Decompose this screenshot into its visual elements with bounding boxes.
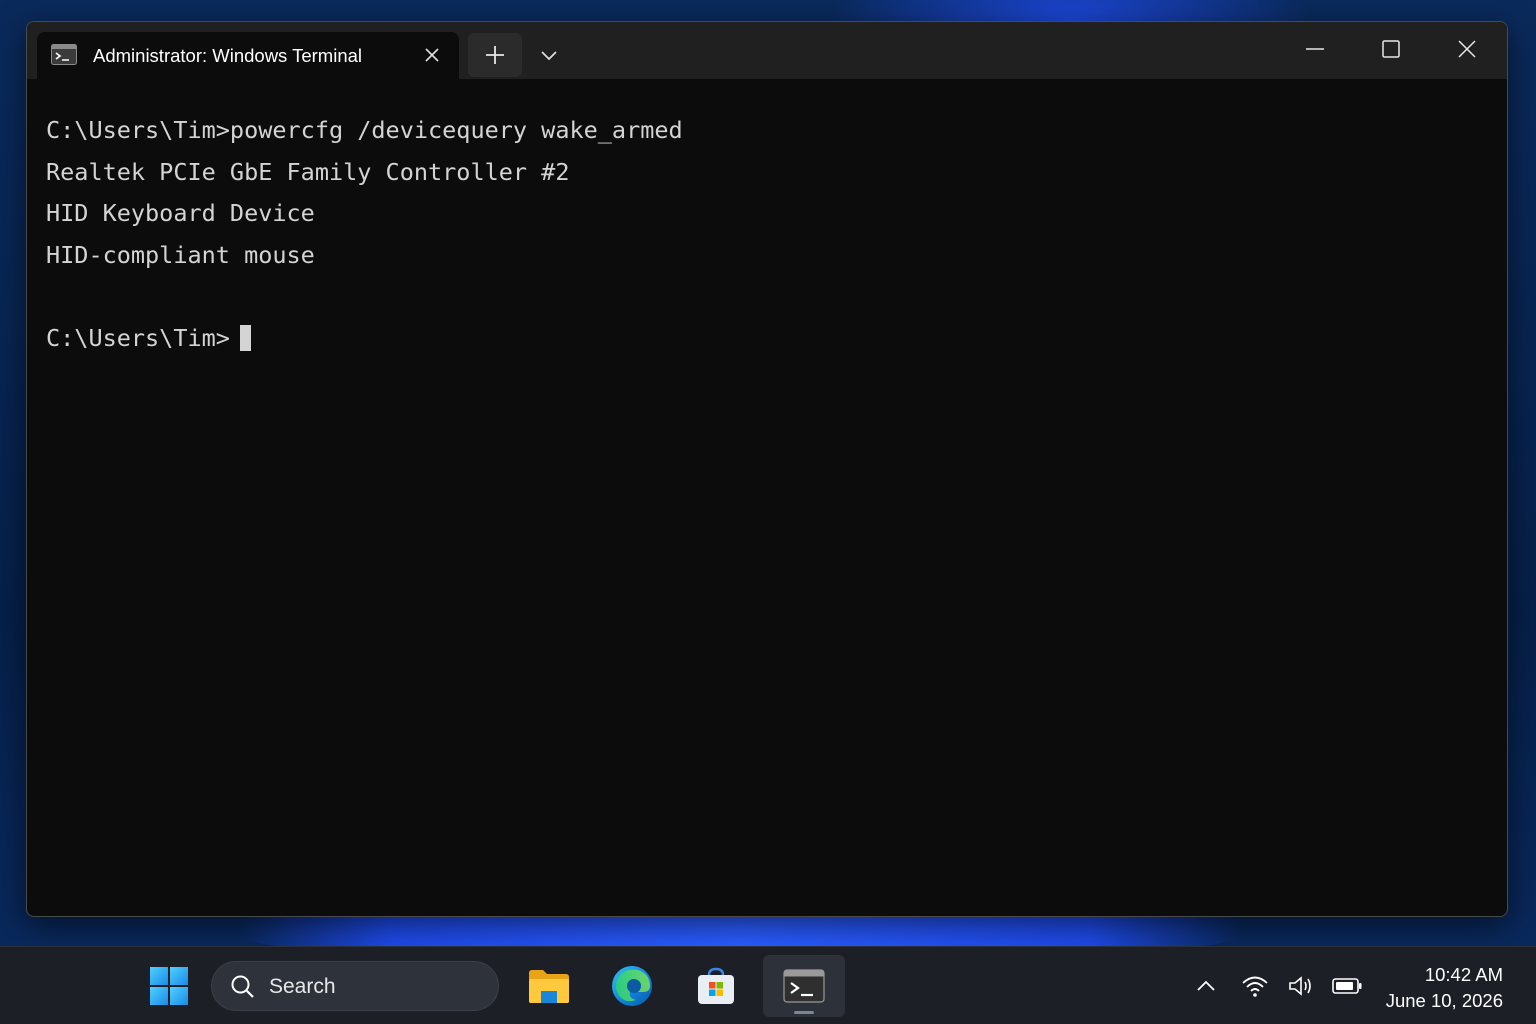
terminal-prompt: C:\Users\Tim> xyxy=(46,323,230,352)
close-icon[interactable] xyxy=(421,44,443,66)
terminal-line: HID-compliant mouse xyxy=(46,240,315,269)
start-icon xyxy=(150,967,188,1005)
close-icon xyxy=(1458,40,1476,58)
taskbar-edge[interactable] xyxy=(592,955,672,1017)
terminal-output[interactable]: C:\Users\Tim>powercfg /devicequery wake_… xyxy=(46,110,1497,906)
terminal-prompt-line[interactable]: C:\Users\Tim> xyxy=(46,318,1497,360)
close-window-button[interactable] xyxy=(1437,26,1497,72)
file-explorer-icon xyxy=(529,970,569,1003)
store-icon xyxy=(698,967,734,1004)
battery-button[interactable] xyxy=(1330,969,1364,1003)
edge-icon xyxy=(612,966,652,1006)
chevron-up-icon xyxy=(1197,980,1215,991)
search-label: Search xyxy=(269,975,336,998)
terminal-icon xyxy=(51,44,77,65)
terminal-line: C:\Users\Tim>powercfg /devicequery wake_… xyxy=(46,116,683,144)
taskbar-search[interactable]: Search xyxy=(211,961,499,1011)
taskbar-file-explorer[interactable] xyxy=(509,955,589,1017)
tab-terminal[interactable]: Administrator: Windows Terminal xyxy=(37,32,459,79)
volume-icon xyxy=(1289,976,1311,996)
new-tab-button[interactable] xyxy=(468,33,522,77)
title-bar[interactable]: Administrator: Windows Terminal xyxy=(27,22,1507,79)
plus-icon xyxy=(486,46,504,64)
search-icon xyxy=(231,975,254,998)
battery-icon xyxy=(1332,978,1362,994)
terminal-icon xyxy=(783,969,825,1003)
tab-title: Administrator: Windows Terminal xyxy=(93,45,363,66)
show-hidden-icons-button[interactable] xyxy=(1189,969,1223,1003)
minimize-button[interactable] xyxy=(1285,26,1345,72)
taskbar-terminal[interactable] xyxy=(763,955,845,1017)
taskbar-microsoft-store[interactable] xyxy=(676,955,756,1017)
terminal-line: Realtek PCIe GbE Family Controller #2 xyxy=(46,157,570,186)
taskbar-clock[interactable]: 10:42 AM June 10, 2026 xyxy=(1386,962,1503,1014)
clock-date: June 10, 2026 xyxy=(1385,990,1503,1011)
terminal-window[interactable]: Administrator: Windows Terminal C:\Users… xyxy=(26,21,1508,917)
maximize-icon xyxy=(1382,40,1400,58)
tab-dropdown-button[interactable] xyxy=(532,39,566,71)
start-button[interactable] xyxy=(140,957,198,1015)
chevron-down-icon xyxy=(541,51,557,61)
network-button[interactable] xyxy=(1238,969,1272,1003)
text-cursor xyxy=(239,324,251,351)
terminal-line: HID Keyboard Device xyxy=(46,199,315,228)
wifi-icon xyxy=(1242,976,1268,997)
minimize-icon xyxy=(1306,48,1324,50)
taskbar: Search 10:42 AM June 10, 2026 xyxy=(0,946,1536,1024)
volume-button[interactable] xyxy=(1284,969,1318,1003)
clock-time: 10:42 AM xyxy=(1424,964,1503,985)
maximize-button[interactable] xyxy=(1361,26,1421,72)
